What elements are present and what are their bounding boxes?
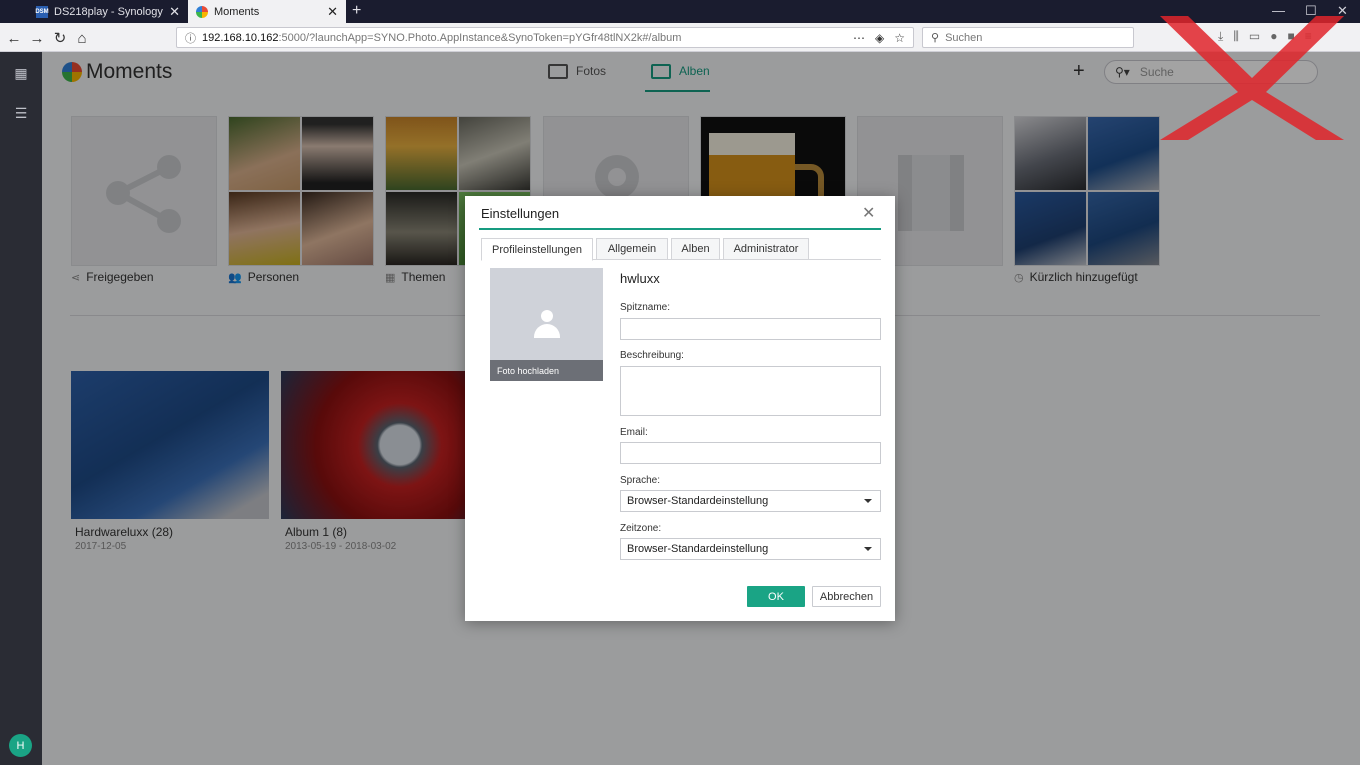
- email-label: Email:: [620, 427, 648, 438]
- url-path: :5000/?launchApp=SYNO.Photo.AppInstance&…: [278, 31, 682, 44]
- list-menu-icon[interactable]: ☰: [12, 104, 30, 122]
- browser-tab-diskstation[interactable]: DSM DS218play - Synology DiskStati ✕: [28, 0, 188, 23]
- info-icon[interactable]: ⓘ: [185, 30, 196, 46]
- watermark-logo: [1160, 16, 1344, 140]
- language-value: Browser-Standardeinstellung: [627, 495, 769, 507]
- dialog-title: Einstellungen: [481, 206, 560, 221]
- tab-general[interactable]: Allgemein: [596, 238, 668, 260]
- back-icon[interactable]: ←: [4, 28, 24, 48]
- nickname-label: Spitzname:: [620, 302, 671, 313]
- description-field[interactable]: [620, 366, 881, 416]
- moments-favicon-icon: [196, 5, 208, 18]
- tab-profile-settings[interactable]: Profileinstellungen: [481, 238, 593, 261]
- ok-button[interactable]: OK: [747, 586, 805, 607]
- user-avatar[interactable]: H: [9, 734, 32, 757]
- pocket-icon[interactable]: ◈: [875, 31, 884, 45]
- home-icon[interactable]: ⌂: [72, 28, 92, 48]
- settings-dialog: Einstellungen ✕ Profileinstellungen Allg…: [465, 196, 895, 621]
- upload-photo-button[interactable]: Foto hochladen: [490, 360, 603, 381]
- browser-tabbar: DSM DS218play - Synology DiskStati ✕ Mom…: [0, 0, 1360, 23]
- new-tab-button[interactable]: +: [352, 2, 361, 20]
- browser-navbar: ← → ↻ ⌂ ⓘ 192.168.10.162:5000/?launchApp…: [0, 23, 1360, 52]
- profile-photo[interactable]: Foto hochladen: [490, 268, 603, 381]
- tab-label: Moments: [214, 5, 260, 18]
- tab-administrator[interactable]: Administrator: [723, 238, 809, 260]
- tab-albums[interactable]: Alben: [671, 238, 720, 260]
- username: hwluxx: [620, 271, 660, 286]
- chevron-down-icon: [864, 547, 872, 551]
- url-host: 192.168.10.162: [202, 31, 279, 44]
- app-sidebar: ▦ ☰: [0, 52, 42, 765]
- browser-search-placeholder: Suchen: [945, 31, 983, 44]
- language-label: Sprache:: [620, 475, 661, 486]
- browser-tab-moments[interactable]: Moments ✕: [188, 0, 346, 23]
- language-select[interactable]: Browser-Standardeinstellung: [620, 490, 881, 512]
- close-tab-icon[interactable]: ✕: [169, 4, 180, 20]
- search-icon: ⚲: [931, 32, 940, 44]
- person-placeholder-icon: [534, 310, 560, 340]
- nickname-field[interactable]: [620, 318, 881, 340]
- email-field[interactable]: [620, 442, 881, 464]
- close-tab-icon[interactable]: ✕: [327, 4, 338, 20]
- bookmark-star-icon[interactable]: ☆: [894, 31, 905, 45]
- timezone-label: Zeitzone:: [620, 523, 662, 534]
- page-actions-icon[interactable]: ⋯: [853, 31, 865, 45]
- url-bar[interactable]: ⓘ 192.168.10.162:5000/?launchApp=SYNO.Ph…: [176, 27, 914, 48]
- apps-grid-icon[interactable]: ▦: [12, 64, 30, 82]
- timezone-value: Browser-Standardeinstellung: [627, 543, 769, 555]
- dialog-tabs: Profileinstellungen Allgemein Alben Admi…: [481, 238, 881, 261]
- chevron-down-icon: [864, 499, 872, 503]
- close-icon[interactable]: ✕: [862, 203, 875, 223]
- tab-label: DS218play - Synology DiskStati: [54, 5, 163, 18]
- timezone-select[interactable]: Browser-Standardeinstellung: [620, 538, 881, 560]
- description-label: Beschreibung:: [620, 350, 684, 361]
- forward-icon[interactable]: →: [27, 28, 47, 48]
- browser-search-input[interactable]: ⚲ Suchen: [922, 27, 1134, 48]
- cancel-button[interactable]: Abbrechen: [812, 586, 881, 607]
- reload-icon[interactable]: ↻: [50, 28, 70, 48]
- dialog-title-underline: [479, 228, 881, 230]
- dsm-favicon-icon: DSM: [35, 5, 49, 18]
